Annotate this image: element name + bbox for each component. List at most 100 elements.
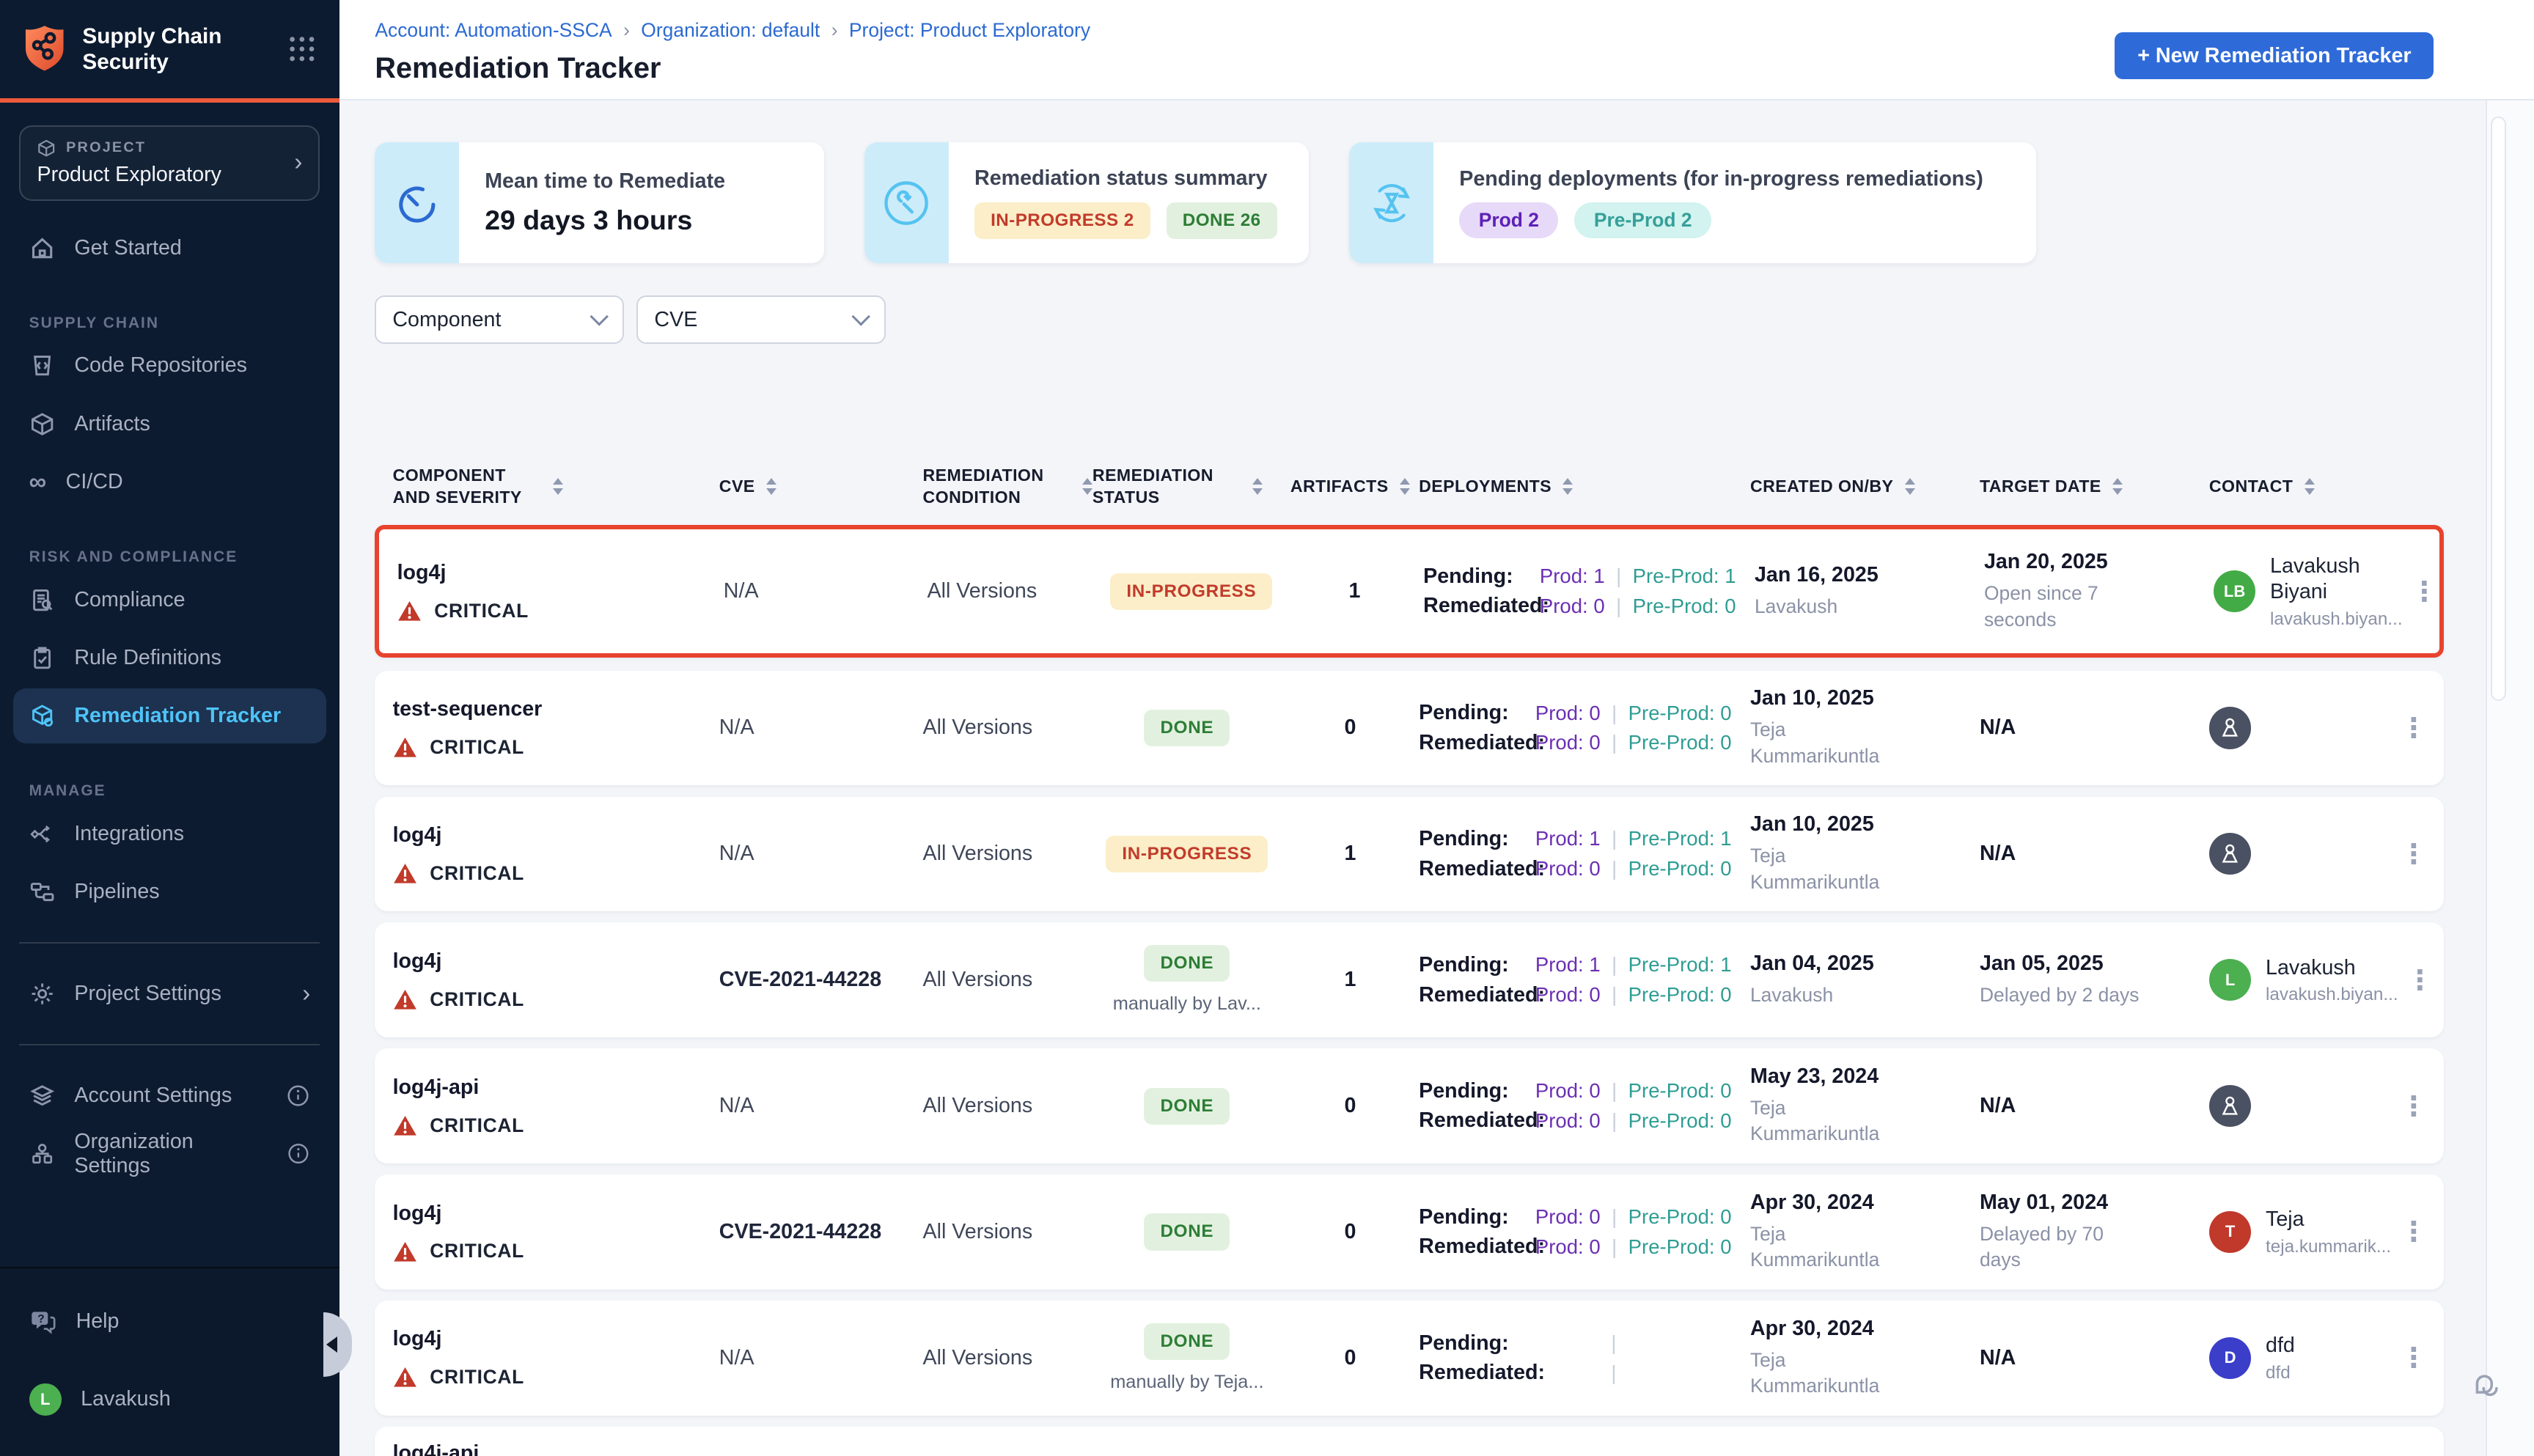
created-cell: Jan 10, 2025 Teja Kummarikuntla: [1750, 686, 1980, 769]
col-created-on-by[interactable]: CREATED ON/BY: [1750, 475, 1980, 497]
component-filter-select[interactable]: Component: [375, 295, 623, 344]
chat-assistant-icon[interactable]: [2466, 1367, 2508, 1409]
col-deployments[interactable]: DEPLOYMENTS: [1419, 475, 1750, 497]
breadcrumb-project[interactable]: Project: Product Exploratory: [849, 19, 1090, 42]
kebab-menu-icon[interactable]: ⋮: [2400, 1218, 2427, 1246]
created-cell: Jan 04, 2025 Lavakush: [1750, 952, 1980, 1009]
sort-icon[interactable]: [553, 478, 563, 494]
col-target-date[interactable]: TARGET DATE: [1980, 475, 2209, 497]
collapse-arrow-icon: [326, 1336, 337, 1353]
kebab-menu-icon[interactable]: ⋮: [2400, 1092, 2427, 1119]
sidebar-item-integrations[interactable]: Integrations: [13, 806, 327, 861]
sidebar-item-get-started[interactable]: Get Started: [13, 221, 327, 276]
sidebar-item-cicd[interactable]: ∞ CI/CD: [13, 455, 327, 510]
col-artifacts[interactable]: ARTIFACTS: [1282, 475, 1419, 497]
layers-icon: [29, 1083, 55, 1108]
sidebar-item-account-settings[interactable]: Account Settings: [13, 1068, 327, 1123]
table-row[interactable]: log4j-api CRITICAL N/A All Versions DONE…: [375, 1048, 2443, 1163]
new-remediation-tracker-button[interactable]: + New Remediation Tracker: [2115, 32, 2434, 79]
component-name: log4j-api: [393, 1441, 719, 1456]
col-contact[interactable]: CONTACT: [2209, 475, 2428, 497]
sort-icon[interactable]: [766, 478, 776, 494]
table-row[interactable]: log4j CRITICAL N/A All Versions IN-PROGR…: [375, 797, 2443, 911]
kebab-menu-icon[interactable]: ⋮: [2400, 1345, 2427, 1372]
col-remediation-status[interactable]: REMEDIATION STATUS: [1092, 464, 1282, 508]
divider: |: [1611, 1331, 1616, 1355]
nav-label: Artifacts: [74, 412, 150, 436]
contact-avatar: LB: [2214, 570, 2255, 612]
contact-cell: L Lavakush lavakush.biyan... ⋮: [2209, 922, 2434, 1037]
table-row[interactable]: log4j CRITICAL N/A All Versions DONE man…: [375, 1301, 2443, 1415]
person-icon: [2219, 842, 2241, 865]
status-note: manually by Teja...: [1110, 1372, 1263, 1393]
user-name: Lavakush: [81, 1387, 171, 1411]
artifacts-cell: 1: [1345, 968, 1356, 992]
table-row[interactable]: log4j CRITICAL CVE-2021-44228 All Versio…: [375, 922, 2443, 1037]
table-row[interactable]: log4j CRITICAL CVE-2021-44228 All Versio…: [375, 1174, 2443, 1289]
contact-cell: T Teja teja.kummarik... ⋮: [2209, 1174, 2428, 1289]
artifacts-cell: 1: [1349, 579, 1361, 603]
pending-preprod: Pre-Prod: 1: [1633, 565, 1736, 588]
contact-email: lavakush.biyan...: [2270, 609, 2403, 630]
sort-icon[interactable]: [1082, 478, 1092, 494]
sidebar-item-artifacts[interactable]: Artifacts: [13, 397, 327, 452]
app-switcher-grid-icon[interactable]: [287, 34, 317, 64]
sidebar-item-rule-definitions[interactable]: Rule Definitions: [13, 630, 327, 685]
remediated-preprod: Pre-Prod: 0: [1628, 1235, 1732, 1259]
component-cell: log4j CRITICAL: [393, 1202, 719, 1263]
section-risk-compliance: RISK AND COMPLIANCE: [29, 548, 311, 566]
pending-prod: Prod: 1: [1535, 953, 1601, 977]
col-remediation-condition[interactable]: REMEDIATION CONDITION: [923, 464, 1092, 508]
sort-icon[interactable]: [2305, 478, 2315, 494]
table-row[interactable]: test-sequencer CRITICAL N/A All Versions…: [375, 671, 2443, 785]
pending-prod: Prod: 1: [1535, 827, 1601, 850]
kebab-menu-icon[interactable]: ⋮: [2400, 714, 2427, 741]
contact-name: Lavakush Biyani: [2270, 554, 2403, 606]
col-component-severity[interactable]: COMPONENT AND SEVERITY: [393, 464, 719, 508]
project-selector[interactable]: PROJECT Product Exploratory ›: [19, 125, 320, 201]
artifacts-cell: 0: [1345, 1220, 1356, 1244]
pending-label: Pending:: [1419, 1331, 1535, 1356]
sort-icon[interactable]: [1252, 478, 1263, 494]
table-row[interactable]: log4j-api Pending: | Remediated:: [375, 1427, 2443, 1456]
sidebar-user[interactable]: L Lavakush: [13, 1372, 327, 1427]
sidebar-item-code-repositories[interactable]: Code Repositories: [13, 338, 327, 393]
nav-label: Integrations: [74, 822, 184, 846]
component-filter-value: Component: [392, 308, 501, 332]
critical-warning-icon: [393, 737, 417, 758]
target-date: N/A: [1980, 716, 2209, 740]
breadcrumb-account[interactable]: Account: Automation-SSCA: [375, 19, 612, 42]
scrollbar-thumb[interactable]: [2491, 117, 2507, 701]
sidebar-item-remediation-tracker[interactable]: Remediation Tracker: [13, 688, 327, 743]
summary-cards: Mean time to Remediate 29 days 3 hours R…: [375, 142, 2534, 263]
divider: [19, 1044, 320, 1045]
sort-icon[interactable]: [1400, 478, 1410, 494]
breadcrumb-organization[interactable]: Organization: default: [641, 19, 820, 42]
sidebar-item-pipelines[interactable]: Pipelines: [13, 864, 327, 919]
created-date: Jan 16, 2025: [1755, 563, 1984, 587]
kebab-menu-icon[interactable]: ⋮: [2411, 578, 2438, 605]
col-cve[interactable]: CVE: [719, 475, 923, 497]
kebab-menu-icon[interactable]: ⋮: [2400, 840, 2427, 867]
in-progress-count-badge: IN-PROGRESS 2: [974, 202, 1150, 239]
sidebar-item-compliance[interactable]: Compliance: [13, 573, 327, 628]
sort-icon[interactable]: [2112, 478, 2123, 494]
pending-label: Pending:: [1419, 953, 1535, 977]
deployments-cell: Pending: Prod: 1 | Pre-Prod: 1 Remediate…: [1419, 947, 1750, 1012]
remediated-prod: Prod: 0: [1535, 857, 1601, 880]
cve-filter-select[interactable]: CVE: [636, 295, 885, 344]
severity-label: CRITICAL: [430, 1114, 524, 1137]
sidebar-item-project-settings[interactable]: Project Settings ›: [13, 966, 327, 1021]
table-row[interactable]: log4j CRITICAL N/A All Versions IN-PROGR…: [375, 525, 2443, 658]
nav-label: Compliance: [74, 588, 185, 612]
sidebar-item-help[interactable]: ? Help: [13, 1295, 327, 1350]
pending-label: Pending:: [1419, 1079, 1535, 1103]
status-note: manually by Lav...: [1113, 993, 1261, 1015]
remediated-label: Remediated:: [1419, 857, 1535, 881]
sidebar-item-organization-settings[interactable]: Organization Settings: [13, 1126, 327, 1181]
cve-filter-value: CVE: [654, 308, 697, 332]
kebab-menu-icon[interactable]: ⋮: [2406, 966, 2434, 993]
sort-icon[interactable]: [1905, 478, 1915, 494]
created-by: Teja Kummarikuntla: [1750, 717, 1911, 769]
sort-icon[interactable]: [1562, 478, 1573, 494]
